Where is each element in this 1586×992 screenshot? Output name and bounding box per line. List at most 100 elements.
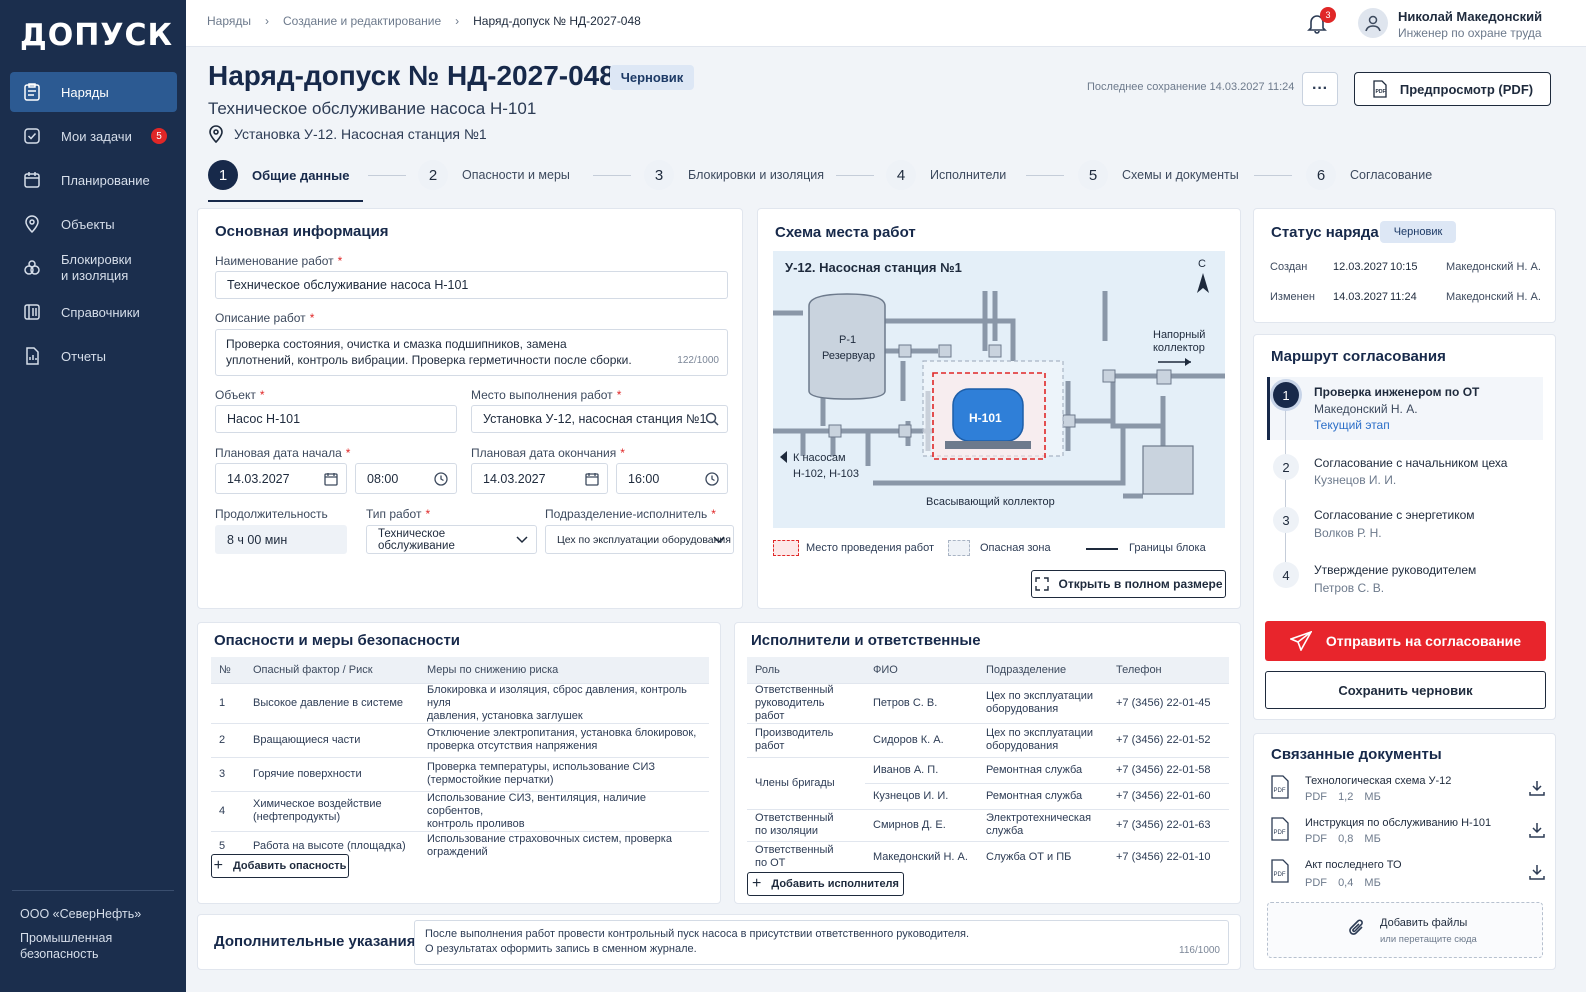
send-for-approval-button[interactable]: Отправить на согласование	[1265, 621, 1546, 661]
table-row[interactable]: Производитель работ Сидоров К. А. Цех по э…	[747, 722, 1229, 757]
step-label: Исполнители	[930, 168, 1007, 182]
related-docs-heading: Связанные документы	[1271, 746, 1442, 763]
calendar-icon[interactable]	[324, 472, 338, 486]
step-executors[interactable]: 4 Исполнители	[886, 160, 1006, 190]
description-textarea[interactable]: Проверка состояния, очистка и смазка под…	[215, 329, 728, 376]
add-executor-button[interactable]: + Добавить исполнителя	[747, 872, 904, 896]
column-header: Телефон	[1108, 657, 1229, 683]
save-draft-button[interactable]: Сохранить черновик	[1265, 671, 1546, 709]
download-icon[interactable]	[1529, 864, 1545, 880]
map-pin-icon	[25, 215, 39, 234]
table-row[interactable]: 1 Высокое давление в системе Блокировка и …	[211, 682, 709, 723]
step-label: Схемы и документы	[1122, 168, 1239, 182]
search-icon[interactable]	[705, 412, 719, 426]
calendar-icon[interactable]	[585, 472, 599, 486]
end-date-value: 14.03.2027	[483, 471, 546, 486]
work-type-value: Техническое обслуживание	[378, 527, 455, 552]
sidebar: ДОПУСК Наряды Мои задачи 5 Планирование …	[0, 0, 186, 992]
download-icon[interactable]	[1529, 822, 1545, 838]
table-row[interactable]: 4 Химическое воздействие (нефтепродукты) Ис…	[211, 790, 709, 831]
work-type-select[interactable]: Техническое обслуживание	[366, 525, 537, 554]
more-button[interactable]: ···	[1302, 72, 1338, 106]
clock-icon[interactable]	[434, 471, 448, 486]
route-step-number: 3	[1273, 507, 1299, 533]
step-general[interactable]: 1 Общие данные	[208, 160, 349, 190]
doc-item[interactable]: PDF Инструкция по обслуживанию Н-101 PDF…	[1270, 817, 1545, 851]
route-step-person: Петров С. В.	[1314, 581, 1385, 595]
step-approval[interactable]: 6 Согласование	[1306, 160, 1432, 190]
cell-name: Кузнецов И. И.	[865, 782, 978, 809]
table-row[interactable]: Ответственный по ОТ Македонский Н. А. Служб…	[747, 840, 1229, 873]
role-line: руководитель работ	[755, 696, 825, 722]
sidebar-item-references[interactable]: Справочники	[10, 292, 177, 332]
additional-textarea[interactable]: После выполнения работ провести контроль…	[414, 920, 1229, 965]
motor-unit	[1142, 445, 1194, 495]
additional-heading: Дополнительные указания	[214, 933, 416, 950]
step-connector	[1026, 175, 1064, 176]
table-row[interactable]: Ответственный по изоляции Смирнов Д. Е. Эле…	[747, 808, 1229, 841]
table-row[interactable]: Ответственный руководитель работ Петров С.…	[747, 682, 1229, 723]
doc-type: PDF	[1305, 791, 1327, 803]
clock-icon[interactable]	[705, 471, 719, 486]
add-hazard-button[interactable]: + Добавить опасность	[211, 854, 349, 878]
work-name-field[interactable]: Техническое обслуживание насоса Н-101	[215, 271, 728, 299]
step-connector	[1254, 175, 1292, 176]
route-step-2[interactable]: 2 Согласование с начальником цеха Кузнец…	[1270, 453, 1542, 493]
dept-select[interactable]: Цех по эксплуатации оборудования	[545, 525, 734, 554]
measure-line: Проверка температуры, использование СИЗ	[427, 761, 656, 773]
sidebar-item-label: Планирование	[61, 172, 150, 188]
cell-num: 4	[211, 790, 245, 831]
object-field[interactable]: Насос Н-101	[215, 405, 457, 433]
start-time-field[interactable]: 08:00	[355, 463, 457, 494]
table-row[interactable]: 3 Горячие поверхности Проверка температуры…	[211, 756, 709, 791]
pump-label: Н-101	[969, 411, 1002, 425]
sidebar-item-reports[interactable]: Отчеты	[10, 336, 177, 376]
status-user: Македонский Н. А.	[1446, 261, 1541, 273]
doc-item[interactable]: PDF Технологическая схема У-12 PDF 1,2 М…	[1270, 775, 1545, 809]
route-step-1[interactable]: 1 Проверка инженером по ОТ Македонский Н…	[1270, 381, 1542, 437]
step-documents[interactable]: 5 Схемы и документы	[1078, 160, 1239, 190]
legend-hazard-label: Опасная зона	[980, 542, 1051, 554]
preview-pdf-button[interactable]: PDF Предпросмотр (PDF)	[1354, 72, 1551, 106]
download-icon[interactable]	[1529, 780, 1545, 796]
table-row[interactable]: Члены бригады Иванов А. П. Ремонтная служб…	[747, 756, 1229, 809]
sidebar-item-label: Наряды	[61, 84, 109, 100]
cell-dept: Служба ОТ и ПБ	[978, 840, 1108, 873]
sidebar-item-planning[interactable]: Планирование	[10, 160, 177, 200]
avatar[interactable]	[1358, 8, 1388, 38]
sidebar-item-my-tasks[interactable]: Мои задачи 5	[10, 116, 177, 156]
file-dropzone[interactable]: Добавить файлы или перетащите сюда	[1267, 902, 1543, 958]
open-fullsize-button[interactable]: Открыть в полном размере	[1031, 570, 1226, 598]
start-date-field[interactable]: 14.03.2027	[215, 463, 347, 494]
table-row[interactable]: 2 Вращающиеся части Отключение электропита…	[211, 722, 709, 757]
step-number: 6	[1306, 160, 1336, 190]
sidebar-footer: ООО «СеверНефть» Промышленная безопаснос…	[12, 890, 174, 962]
route-step-3[interactable]: 3 Согласование с энергетиком Волков Р. Н…	[1270, 507, 1542, 547]
user-name[interactable]: Николай Македонский	[1398, 9, 1542, 24]
work-site-diagram[interactable]: У-12. Насосная станция №1 С Р-1 Резервуа…	[773, 251, 1225, 528]
label-text: Объект	[215, 388, 256, 402]
end-time-field[interactable]: 16:00	[616, 463, 728, 494]
sidebar-item-work-permits[interactable]: Наряды	[10, 72, 177, 112]
to-pumps-label: К насосам	[793, 452, 846, 464]
route-step-title: Согласование с начальником цеха	[1314, 456, 1508, 470]
cell-dept: Цех по эксплуатации оборудования	[978, 682, 1108, 723]
required-mark: *	[425, 507, 431, 521]
duration-label: Продолжительность	[215, 507, 328, 521]
last-saved: Последнее сохранение 14.03.2027 11:24	[1087, 81, 1295, 93]
legend-boundary-line	[1086, 548, 1118, 550]
breadcrumb-item[interactable]: Создание и редактирование	[283, 14, 441, 28]
location: Установка У-12. Насосная станция №1	[208, 125, 487, 143]
breadcrumb-current: Наряд-допуск № НД-2027-048	[473, 14, 641, 28]
route-step-4[interactable]: 4 Утверждение руководителем Петров С. В.	[1270, 561, 1542, 601]
plus-icon: +	[213, 857, 223, 874]
place-field[interactable]: Установка У-12, насосная станция №1	[471, 405, 728, 433]
sidebar-item-objects[interactable]: Объекты	[10, 204, 177, 244]
step-label: Согласование	[1350, 168, 1433, 182]
breadcrumb-item[interactable]: Наряды	[207, 14, 251, 28]
end-date-field[interactable]: 14.03.2027	[471, 463, 608, 494]
doc-item[interactable]: PDF Акт последнего ТО PDF 0,4 МБ	[1270, 859, 1545, 893]
step-hazards[interactable]: 2 Опасности и меры	[418, 160, 570, 190]
step-locks[interactable]: 3 Блокировки и изоляция	[644, 160, 824, 190]
sidebar-item-locks[interactable]: Блокировки и изоляция	[10, 248, 177, 288]
